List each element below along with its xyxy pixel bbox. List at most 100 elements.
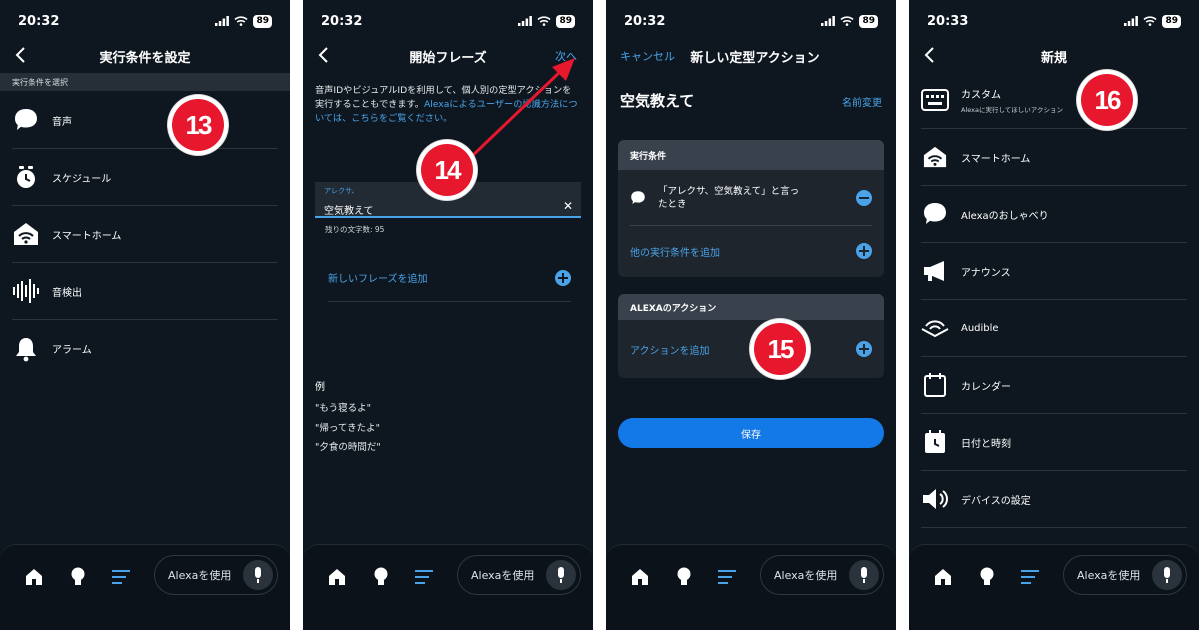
save-button[interactable]: 保存 [618,418,884,448]
home-icon[interactable] [22,565,46,589]
routines-icon[interactable] [716,565,740,589]
action-card-header: ALEXAのアクション [618,294,884,320]
action-item-date-time[interactable]: 日付と時刻 [921,414,1187,471]
trigger-row[interactable]: 「アレクサ、空気教えて」と言っ たとき [630,170,872,226]
battery-level: 89 [253,14,272,28]
trigger-item-schedule[interactable]: スケジュール [12,149,278,206]
page-title: 実行条件を設定 [99,51,191,66]
audible-icon [921,314,949,342]
action-item-custom[interactable]: カスタム Alexaに実行してほしいアクション できます [921,72,1187,129]
status-time: 20:32 [18,13,60,29]
nav-bar: 新規 [909,44,1199,68]
action-item-audible[interactable]: Audible [921,300,1187,357]
trigger-item-sound-detection[interactable]: 音検出 [12,263,278,320]
tab-bar: Alexaを使用 [303,544,593,630]
add-action-label: アクションを追加 [630,345,710,357]
alexa-button-label: Alexaを使用 [471,569,535,582]
keyboard-icon [921,86,949,114]
tab-bar: Alexaを使用 [0,544,290,630]
screen-start-phrase: 20:32 89 開始フレーズ 次へ 音声IDやビジュアルIDを利用して、個人別… [303,0,593,630]
alarm-clock-icon [12,163,40,191]
calendar-clock-icon [921,428,949,456]
home-icon[interactable] [931,565,955,589]
action-item-device-settings[interactable]: デバイスの設定 [921,471,1187,528]
step-number: 13 [172,99,224,151]
phrase-input-value: 空気教えて [324,206,374,217]
speaker-volume-icon [921,485,949,513]
nav-bar: キャンセル 新しい定型アクション [606,44,896,68]
lightbulb-icon[interactable] [369,565,393,589]
use-alexa-button[interactable]: Alexaを使用 [457,555,581,595]
page-title: 新しい定型アクション [690,51,820,66]
item-label: スケジュール [52,173,112,185]
remove-trigger-icon[interactable] [856,189,872,206]
trigger-item-voice[interactable]: 音声 [12,92,278,149]
signal-icon [1124,16,1139,26]
item-label: 音検出 [52,287,82,299]
bell-icon [12,335,40,363]
wifi-icon [1143,16,1158,26]
microphone-icon [849,560,879,590]
routines-icon[interactable] [1019,565,1043,589]
use-alexa-button[interactable]: Alexaを使用 [154,555,278,595]
item-label: 音声 [52,116,72,128]
action-item-smart-home[interactable]: スマートホーム [921,129,1187,186]
home-icon[interactable] [325,565,349,589]
battery-level: 89 [556,14,575,28]
tab-bar: Alexaを使用 [606,544,896,630]
wifi-icon [234,16,249,26]
pointer-arrow-icon [467,58,575,161]
rename-button[interactable]: 名前変更 [842,94,882,109]
status-time: 20:32 [624,13,666,29]
trigger-card: 実行条件 「アレクサ、空気教えて」と言っ たとき 他の実行条件を追加 [618,140,884,277]
trigger-text: 「アレクサ、空気教えて」と言っ たとき [658,185,799,211]
tab-bar: Alexaを使用 [909,544,1199,630]
item-label: スマートホーム [52,230,122,242]
megaphone-icon [921,257,949,285]
routines-icon[interactable] [413,565,437,589]
microphone-icon [243,560,273,590]
microphone-icon [546,560,576,590]
example-phrase: "もう寝るよ" [315,403,371,414]
smart-home-icon [12,220,40,248]
trigger-item-alarm[interactable]: アラーム [12,320,278,377]
trigger-item-smart-home[interactable]: スマートホーム [12,206,278,263]
status-bar: 20:32 89 [624,12,878,30]
step-badge: 13 [168,95,228,155]
action-item-announce[interactable]: アナウンス [921,243,1187,300]
add-trigger-button[interactable]: 他の実行条件を追加 [630,226,872,276]
lightbulb-icon[interactable] [66,565,90,589]
item-label: カレンダー [961,381,1011,393]
section-header: 実行条件を選択 [0,73,290,91]
smart-home-icon [921,143,949,171]
add-trigger-label: 他の実行条件を追加 [630,247,720,259]
status-bar: 20:33 89 [927,12,1181,30]
signal-icon [821,16,836,26]
step-number: 14 [421,144,473,196]
item-label: 日付と時刻 [961,438,1011,450]
battery-level: 89 [1162,14,1181,28]
lightbulb-icon[interactable] [975,565,999,589]
clear-icon[interactable]: ✕ [563,199,573,213]
alexa-button-label: Alexaを使用 [774,569,838,582]
item-label: スマートホーム [961,153,1031,165]
routines-icon[interactable] [110,565,134,589]
example-phrase: "夕食の時間だ" [315,442,381,453]
action-item-alexa-talk[interactable]: Alexaのおしゃべり [921,186,1187,243]
wifi-icon [840,16,855,26]
step-badge: 16 [1077,70,1137,130]
status-bar: 20:32 89 [321,12,575,30]
use-alexa-button[interactable]: Alexaを使用 [1063,555,1187,595]
signal-icon [518,16,533,26]
item-label: Alexaのおしゃべり [961,210,1049,222]
step-badge: 15 [750,319,810,379]
use-alexa-button[interactable]: Alexaを使用 [760,555,884,595]
item-label: デバイスの設定 [961,495,1031,507]
add-phrase-button[interactable]: 新しいフレーズを追加 [328,254,571,302]
step-badge: 14 [417,140,477,200]
home-icon[interactable] [628,565,652,589]
step-number: 16 [1081,74,1133,126]
status-bar: 20:32 89 [18,12,272,30]
lightbulb-icon[interactable] [672,565,696,589]
action-item-calendar[interactable]: カレンダー [921,357,1187,414]
